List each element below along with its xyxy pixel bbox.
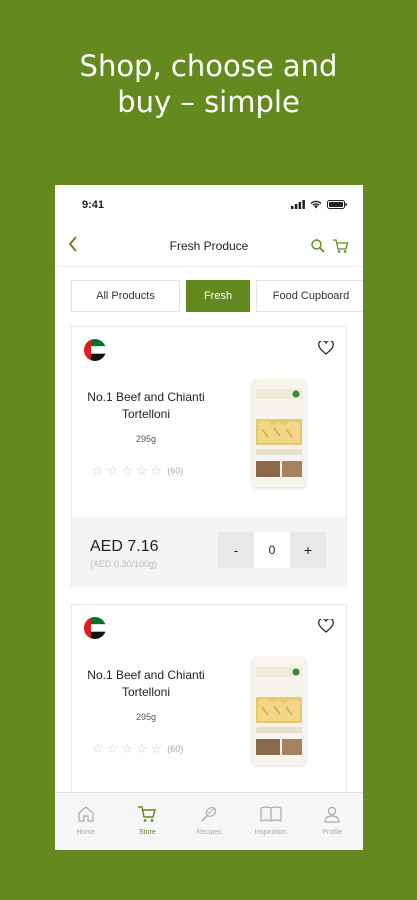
bottom-nav-profile[interactable]: Profile — [301, 793, 363, 850]
star-icon: ☆ — [150, 741, 163, 756]
product-card[interactable]: No.1 Beef and Chianti Tortelloni 295g ☆ … — [71, 326, 347, 587]
product-name[interactable]: No.1 Beef and Chianti Tortelloni — [86, 667, 206, 701]
product-price: AED 7.16 — [90, 538, 159, 555]
bottom-nav-label: Profile — [322, 829, 343, 836]
star-icon: ☆ — [92, 463, 104, 478]
bottom-nav-inspiration[interactable]: Inspiration — [240, 793, 302, 850]
top-nav-bar: Fresh Produce — [55, 225, 363, 267]
tab-all-products[interactable]: All Products — [71, 280, 180, 312]
bottom-nav-home[interactable]: Home — [55, 793, 117, 850]
decrement-button[interactable]: - — [218, 532, 254, 568]
uae-flag-icon — [84, 339, 106, 361]
bottom-nav-label: Recipes — [196, 829, 222, 836]
star-icon: ☆ — [92, 741, 104, 756]
category-tabs: All Products Fresh Food Cupboard — [71, 280, 363, 312]
tab-fresh[interactable]: Fresh — [186, 280, 250, 312]
phone-screen: 9:41 Fresh Produce All Products Fresh Fo… — [55, 185, 363, 850]
product-rating: ☆ ☆ ☆ ☆ ☆ (60) — [92, 742, 183, 756]
home-icon — [78, 806, 94, 822]
price-bar: AED 7.16 (AED 0.30/100g) - 0 + — [72, 517, 346, 587]
favorite-heart-icon[interactable] — [318, 341, 334, 355]
cart-icon — [138, 806, 157, 822]
review-count: (60) — [167, 744, 184, 754]
book-icon — [259, 806, 282, 822]
nav-actions — [310, 238, 349, 254]
signal-icon — [291, 200, 305, 209]
star-icon: ☆ — [121, 463, 133, 478]
status-bar: 9:41 — [55, 185, 363, 225]
product-weight: 295g — [135, 712, 157, 722]
quantity-value: 0 — [254, 532, 290, 568]
status-time: 9:41 — [82, 199, 105, 211]
bottom-nav-label: Store — [139, 829, 156, 836]
bottom-nav-recipes[interactable]: Recipes — [178, 793, 240, 850]
uae-flag-icon — [84, 617, 106, 639]
search-icon[interactable] — [310, 238, 326, 254]
product-weight: 295g — [135, 434, 157, 444]
product-card[interactable]: No.1 Beef and Chianti Tortelloni 295g ☆ … — [71, 604, 347, 804]
star-icon: ☆ — [135, 463, 148, 478]
cart-icon[interactable] — [332, 238, 349, 254]
product-image[interactable] — [252, 379, 306, 487]
increment-button[interactable]: + — [290, 532, 326, 568]
star-icon: ☆ — [106, 741, 119, 756]
whisk-icon — [201, 806, 217, 822]
star-icon: ☆ — [121, 741, 133, 756]
headline-line-1: Shop, choose and — [79, 49, 338, 83]
bottom-nav: Home Store Recipes Inspiration Profile — [55, 792, 363, 850]
star-icon: ☆ — [150, 463, 163, 478]
wifi-icon — [310, 200, 322, 209]
tab-food-cupboard[interactable]: Food Cupboard — [256, 280, 363, 312]
bottom-nav-store[interactable]: Store — [117, 793, 179, 850]
product-rating: ☆ ☆ ☆ ☆ ☆ (60) — [92, 464, 183, 478]
battery-icon — [327, 200, 347, 209]
unit-price: (AED 0.30/100g) — [90, 559, 158, 569]
headline-line-2: buy – simple — [117, 85, 300, 119]
promo-headline: Shop, choose and buy – simple — [0, 48, 417, 120]
bottom-nav-label: Inspiration — [254, 829, 287, 836]
product-image[interactable] — [252, 657, 306, 765]
review-count: (60) — [167, 466, 184, 476]
quantity-stepper: - 0 + — [218, 532, 326, 568]
person-icon — [324, 806, 340, 823]
favorite-heart-icon[interactable] — [318, 619, 334, 633]
star-icon: ☆ — [106, 463, 119, 478]
star-icon: ☆ — [135, 741, 148, 756]
bottom-nav-label: Home — [76, 829, 96, 836]
status-icons — [291, 200, 347, 209]
product-name[interactable]: No.1 Beef and Chianti Tortelloni — [86, 389, 206, 423]
